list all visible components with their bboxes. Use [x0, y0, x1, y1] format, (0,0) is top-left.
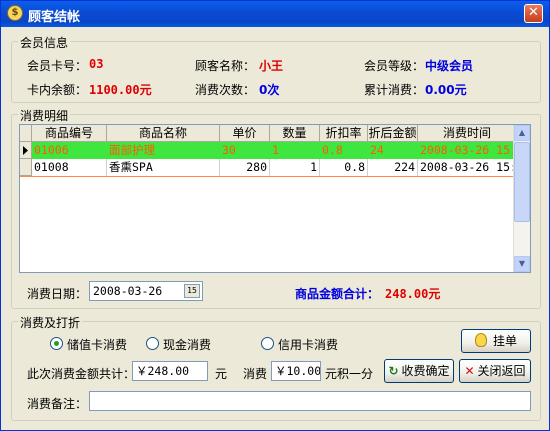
cell-name: 面部护理 — [109, 143, 155, 157]
amount-unit: 元 — [215, 367, 228, 381]
payment-title: 消费及打折 — [18, 314, 83, 331]
option-credit-card[interactable]: 信用卡消费 — [278, 336, 338, 353]
date-label: 消费日期： — [27, 287, 88, 301]
row-pointer-icon — [20, 142, 32, 159]
hang-order-label: 挂单 — [492, 334, 517, 348]
visits-value: 0次 — [259, 83, 280, 97]
cell-name: 香熏SPA — [107, 159, 220, 176]
close-return-button[interactable]: ✕ 关闭返回 — [459, 359, 531, 383]
cell-qty: 1 — [270, 159, 320, 176]
amount-label: 此次消费金额共计： — [27, 367, 136, 381]
member-level-value: 中级会员 — [425, 59, 474, 73]
money-bag-icon: $ — [7, 5, 23, 21]
cell-net: 224 — [368, 159, 418, 176]
cell-time: 2008-03-26 15:22:10 — [420, 143, 517, 157]
balance-label: 卡内余额： — [27, 83, 88, 97]
close-icon: ✕ — [464, 364, 475, 378]
date-value: 2008-03-26 — [93, 284, 163, 298]
window-title: 顾客结帐 — [28, 10, 81, 25]
row-header — [20, 159, 32, 176]
member-info-title: 会员信息 — [18, 34, 71, 51]
cell-net: 24 — [370, 143, 384, 157]
points-prefix: 消费 — [243, 367, 268, 381]
cell-discount: 0.8 — [320, 159, 368, 176]
grid-corner — [20, 125, 32, 142]
visits-label: 消费次数： — [195, 83, 256, 97]
details-grid[interactable]: 商品编号 商品名称 单价 数量 折扣率 折后金额 消费时间 01006 面部护理… — [19, 124, 531, 273]
sum-label: 商品金额合计： — [295, 287, 380, 301]
scroll-thumb[interactable] — [514, 142, 530, 222]
radio-stored-card[interactable] — [50, 337, 63, 350]
balance-value: 1100.00元 — [89, 83, 152, 97]
scroll-up-icon[interactable]: ▲ — [514, 125, 530, 141]
cell-code: 01008 — [32, 159, 107, 176]
confirm-charge-button[interactable]: ↻ 收费确定 — [384, 359, 454, 383]
cell-discount: 0.8 — [322, 143, 343, 157]
col-header-name[interactable]: 商品名称 — [107, 125, 220, 142]
col-header-net[interactable]: 折后金额 — [368, 125, 418, 142]
card-no-label: 会员卡号： — [27, 59, 88, 73]
refresh-icon: ↻ — [388, 364, 399, 378]
radio-credit-card[interactable] — [261, 337, 274, 350]
hang-order-button[interactable]: 挂单 — [461, 329, 531, 353]
cell-qty: 1 — [272, 143, 279, 157]
col-header-code[interactable]: 商品编号 — [32, 125, 107, 142]
sum-value: 248.00元 — [385, 287, 441, 301]
details-title: 消费明细 — [18, 107, 71, 124]
cell-price: 280 — [220, 159, 270, 176]
customer-name-value: 小王 — [259, 59, 284, 73]
cell-code: 01006 — [34, 143, 69, 157]
amount-input[interactable]: ￥248.00 — [132, 361, 208, 381]
col-header-qty[interactable]: 数量 — [270, 125, 320, 142]
points-rate-input[interactable]: ￥10.00 — [271, 361, 321, 381]
table-row[interactable]: 01008 香熏SPA 280 1 0.8 224 2008-03-26 15:… — [20, 159, 517, 176]
option-cash[interactable]: 现金消费 — [163, 336, 211, 353]
note-input[interactable] — [89, 391, 531, 411]
close-return-label: 关闭返回 — [477, 364, 526, 378]
title-bar[interactable]: $ 顾客结帐 ✕ — [1, 1, 549, 27]
date-picker[interactable]: 2008-03-26 15 — [89, 281, 203, 301]
card-no-value: 03 — [89, 57, 104, 71]
points-suffix: 元积一分 — [325, 367, 374, 381]
cell-price: 30 — [222, 143, 236, 157]
radio-cash[interactable] — [146, 337, 159, 350]
close-window-button[interactable]: ✕ — [524, 4, 543, 23]
col-header-discount[interactable]: 折扣率 — [320, 125, 368, 142]
checkout-window: $ 顾客结帐 ✕ 会员信息 会员卡号： 03 顾客名称： 小王 会员等级： 中级… — [0, 0, 550, 431]
option-stored-card[interactable]: 储值卡消费 — [67, 336, 127, 353]
member-level-label: 会员等级： — [364, 59, 425, 73]
calendar-icon[interactable]: 15 — [184, 284, 200, 298]
lightbulb-icon — [474, 333, 487, 347]
scroll-down-icon[interactable]: ▼ — [514, 256, 530, 272]
row-focus-line — [20, 176, 517, 177]
customer-name-label: 顾客名称： — [195, 59, 256, 73]
confirm-charge-label: 收费确定 — [401, 364, 450, 378]
col-header-time[interactable]: 消费时间 — [418, 125, 517, 142]
total-spent-value: 0.00元 — [425, 83, 467, 97]
grid-vertical-scrollbar[interactable]: ▲ ▼ — [513, 125, 530, 272]
col-header-price[interactable]: 单价 — [220, 125, 270, 142]
total-spent-label: 累计消费： — [364, 83, 425, 97]
note-label: 消费备注： — [27, 397, 88, 411]
cell-time: 2008-03-26 15:22:10 — [420, 160, 517, 174]
table-row[interactable]: 01006 面部护理 30 1 0.8 24 2008-03-26 15:22:… — [20, 142, 517, 159]
